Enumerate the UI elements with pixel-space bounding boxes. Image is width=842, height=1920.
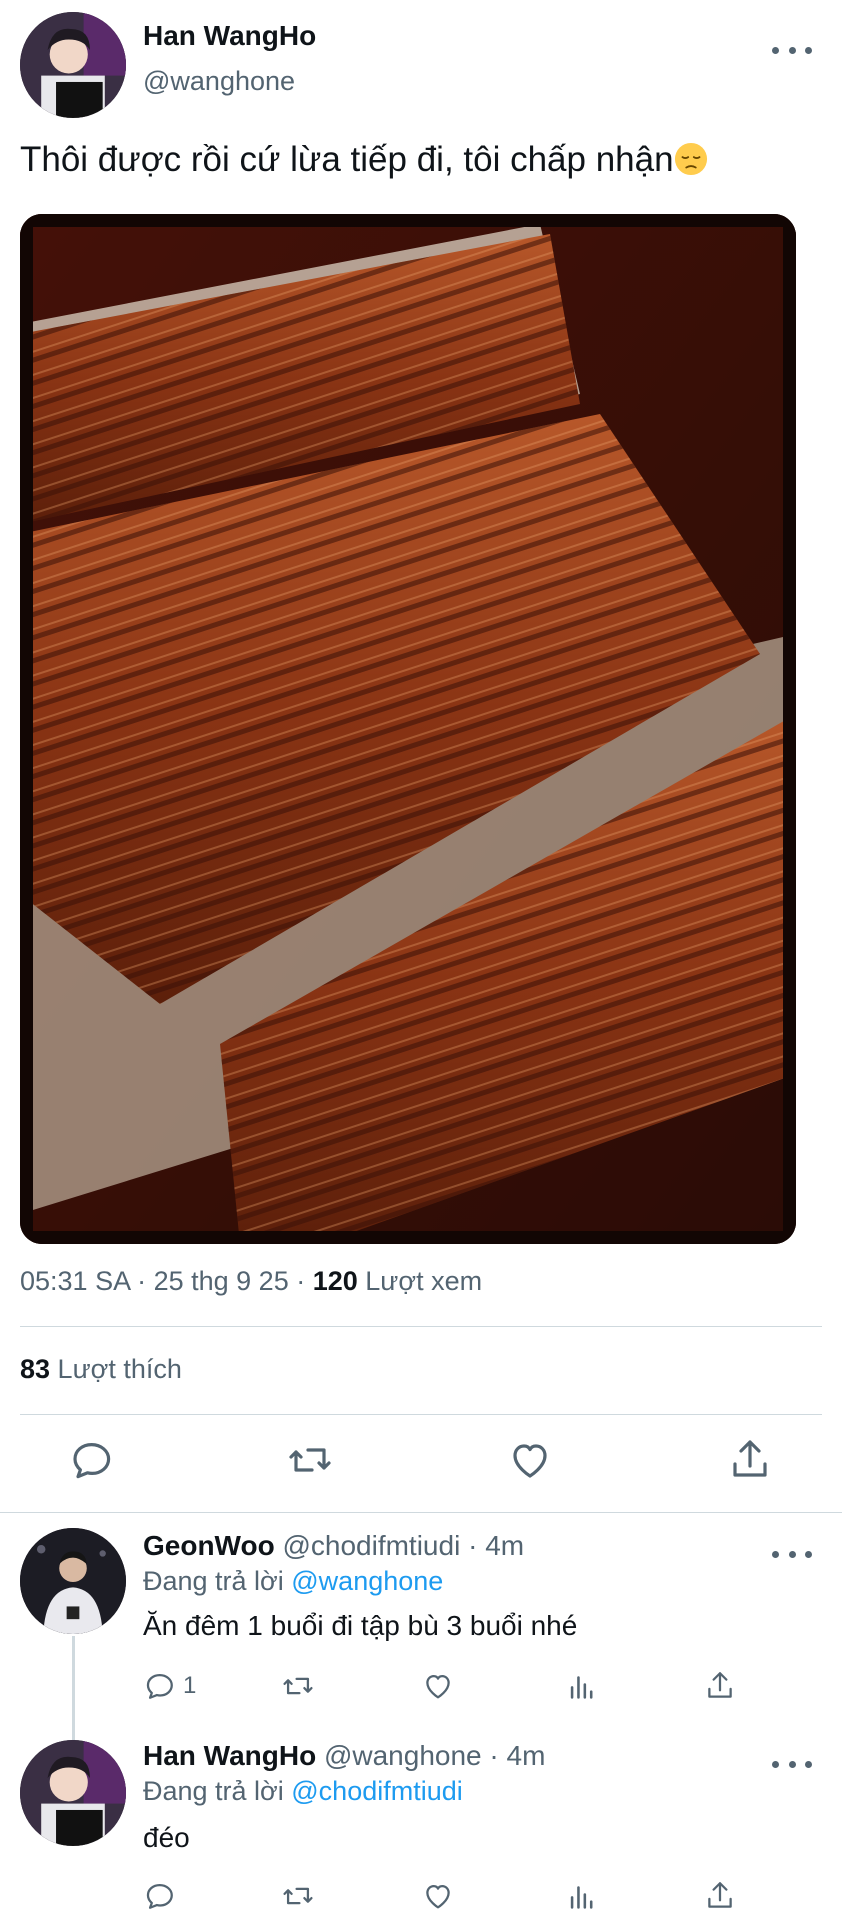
likes-count: 83 [20,1354,51,1384]
reply-avatar[interactable] [20,1528,126,1634]
grilled-eel-photo [20,214,796,1244]
tweet-timestamp: 05:31 SA · 25 thg 9 25 · 120 Lượt xem [20,1266,482,1297]
reply-author-name[interactable]: Han WangHo [143,1740,316,1771]
likes-stat[interactable]: 83 Lượt thích [20,1354,182,1385]
more-options-icon[interactable] [772,1756,812,1772]
reply-text: đéo [143,1822,190,1853]
tweet-action-bar [0,1436,842,1496]
reply-button[interactable]: 1 [143,1668,196,1704]
replying-prefix: Đang trả lời [143,1776,292,1806]
tweet-text: Thôi được rồi cứ lừa tiếp đi, tôi chấp n… [20,140,708,180]
reply-action-bar: 1 [143,1668,783,1708]
reply-action-bar [143,1878,783,1918]
author-name[interactable]: Han WangHo [143,20,316,52]
more-options-icon[interactable] [772,1546,812,1562]
views-count: 120 [312,1266,358,1296]
like-icon[interactable] [506,1436,554,1484]
reply-time[interactable]: 4m [485,1530,524,1561]
replying-mention[interactable]: @wanghone [291,1566,443,1596]
reply-time[interactable]: 4m [507,1740,546,1771]
tweet-header: Han WangHo @wanghone [0,0,842,130]
avatar-image [20,12,126,118]
reply-count: 1 [183,1672,197,1699]
avatar-image [20,1528,126,1634]
pensive-face-emoji-icon [674,142,707,176]
timestamp-time[interactable]: 05:31 SA · 25 thg 9 25 · [20,1266,313,1296]
like-icon[interactable] [421,1668,455,1704]
reply-icon [146,1673,173,1699]
views-label: Lượt xem [357,1266,483,1296]
divider [0,1512,842,1513]
replying-to: Đang trả lời @chodifmtiudi [143,1776,463,1807]
thread-connector-line [72,1636,75,1744]
share-icon[interactable] [726,1436,774,1484]
reply-author-name[interactable]: GeonWoo [143,1530,275,1561]
views-analytics-icon[interactable] [565,1668,599,1704]
reply-separator: · [489,1740,499,1771]
reply-button[interactable] [143,1878,177,1914]
tweet-text-content: Thôi được rồi cứ lừa tiếp đi, tôi chấp n… [20,140,674,179]
replying-mention[interactable]: @chodifmtiudi [291,1776,462,1806]
avatar-image [20,1740,126,1846]
reply-author-handle[interactable]: @chodifmtiudi [282,1530,460,1561]
more-options-icon[interactable] [772,42,812,58]
share-icon[interactable] [703,1668,737,1704]
divider [20,1414,822,1415]
reply-icon [146,1883,173,1909]
author-handle[interactable]: @wanghone [143,66,295,97]
views-analytics-icon[interactable] [565,1878,599,1914]
replying-to: Đang trả lời @wanghone [143,1566,443,1597]
reply-author-handle[interactable]: @wanghone [324,1740,482,1771]
reply-header: Han WangHo @wanghone · 4m [143,1740,545,1772]
replying-prefix: Đang trả lời [143,1566,292,1596]
tweet-media-photo[interactable] [20,214,796,1244]
share-icon[interactable] [703,1878,737,1914]
likes-label: Lượt thích [50,1354,182,1384]
reply-icon[interactable] [68,1436,116,1484]
retweet-icon[interactable] [281,1668,315,1704]
retweet-icon[interactable] [286,1436,334,1484]
retweet-icon[interactable] [281,1878,315,1914]
reply-header: GeonWoo @chodifmtiudi · 4m [143,1530,524,1562]
divider [20,1326,822,1327]
author-avatar[interactable] [20,12,126,118]
reply-avatar[interactable] [20,1740,126,1846]
like-icon[interactable] [421,1878,455,1914]
reply-text: Ăn đêm 1 buổi đi tập bù 3 buổi nhé [143,1610,578,1641]
reply-separator: · [468,1530,478,1561]
